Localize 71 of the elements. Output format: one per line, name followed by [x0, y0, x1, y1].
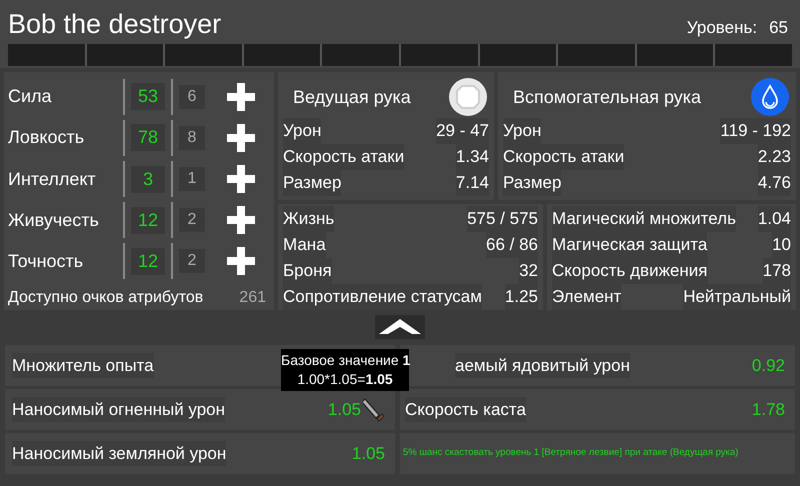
- weapon-stat-label: Размер: [283, 170, 342, 196]
- attribute-value: 12: [131, 206, 165, 234]
- stat-value: 10: [772, 232, 791, 258]
- tooltip-text: Базовое значение 1: [281, 351, 409, 370]
- attribute-cost: 6: [179, 84, 205, 109]
- stat-label: Жизнь: [283, 206, 334, 232]
- stat-value: 178: [762, 258, 791, 284]
- attribute-name: Точность: [8, 250, 84, 273]
- stat-label: Броня: [283, 258, 332, 284]
- stat-value: 66 / 86: [486, 232, 538, 258]
- bonus-value: 1.78: [752, 398, 785, 421]
- weapon-stat-label: Скорость атаки: [283, 144, 404, 170]
- available-points-label: Доступно очков атрибутов: [8, 288, 204, 308]
- bonus-value: 1.05: [352, 442, 385, 465]
- stat-value: 1.25: [504, 284, 538, 310]
- attribute-name: Ловкость: [8, 126, 86, 150]
- attribute-value: 3: [131, 166, 165, 192]
- available-points-value: 261: [239, 288, 266, 308]
- stat-value: 575 / 575: [467, 206, 538, 232]
- attribute-cost: 2: [179, 208, 205, 232]
- weapon-stat-value: 2.23: [758, 144, 791, 170]
- stat-value: 32: [519, 258, 538, 284]
- attribute-cost: 8: [179, 126, 205, 150]
- water-drop-icon: [751, 78, 789, 116]
- bonus-label: Множитель опыта: [12, 352, 154, 378]
- hand-title: Ведущая рука: [293, 86, 411, 109]
- bonus-label: Наносимый земляной урон: [12, 440, 226, 466]
- weapon-stat-label: Урон: [283, 118, 322, 144]
- attribute-name: Живучесть: [8, 208, 100, 232]
- bonus-value: 1.05: [328, 398, 361, 421]
- attribute-value: 53: [131, 83, 165, 110]
- stat-label: Магический множитель: [552, 206, 736, 232]
- attribute-value: 78: [131, 124, 165, 152]
- stat-label: Скорость движения: [552, 258, 708, 284]
- chevron-up-icon: [378, 318, 422, 336]
- bonus-label: Наносимый огненный урон: [12, 396, 226, 422]
- stat-value: Нейтральный: [683, 284, 791, 310]
- effect-text: 5% шанс скастовать уровень 1 [Ветряное лезвие] при атаке (Ведущая рука): [403, 446, 738, 460]
- weapon-stat-value: 1.34: [456, 144, 489, 170]
- bonus-label: Скорость каста: [405, 396, 526, 422]
- plus-button[interactable]: [225, 163, 257, 195]
- character-name: Bob the destroyer: [8, 8, 222, 40]
- attribute-cost: 1: [179, 167, 205, 191]
- stat-label: Магическая защита: [552, 232, 708, 258]
- weapon-stat-value: 7.14: [456, 170, 489, 196]
- stat-value: 1.04: [758, 206, 791, 232]
- weapon-stat-label: Скорость атаки: [503, 144, 624, 170]
- stat-label: Мана: [283, 232, 326, 258]
- sword-cursor-icon: [363, 396, 385, 422]
- attribute-name: Сила: [8, 85, 53, 108]
- plus-button[interactable]: [225, 80, 257, 113]
- tooltip-text: 1.00*1.05=1.05: [296, 370, 394, 389]
- attribute-name: Интеллект: [8, 168, 97, 190]
- stat-label: Сопротивление статусам: [283, 284, 482, 310]
- plus-button[interactable]: [225, 245, 257, 278]
- weapon-stat-label: Урон: [503, 118, 542, 144]
- collapse-button[interactable]: [375, 315, 425, 339]
- level-value: 65: [769, 16, 788, 38]
- bonus-value: 0.92: [752, 354, 785, 377]
- weapon-stat-value: 29 - 47: [436, 118, 489, 144]
- attribute-value: 12: [131, 248, 165, 275]
- bonus-label: аемый ядовитый урон: [455, 352, 630, 378]
- weapon-stat-value: 119 - 192: [720, 118, 791, 144]
- weapon-stat-value: 4.76: [758, 170, 791, 196]
- weapon-stat-label: Размер: [503, 170, 562, 196]
- plus-button[interactable]: [225, 204, 257, 236]
- stat-label: Элемент: [552, 284, 622, 310]
- level-label: Уровень:: [686, 16, 758, 38]
- attribute-cost: 2: [179, 249, 205, 274]
- hand-title: Вспомогательная рука: [513, 86, 702, 109]
- plus-button[interactable]: [225, 122, 257, 154]
